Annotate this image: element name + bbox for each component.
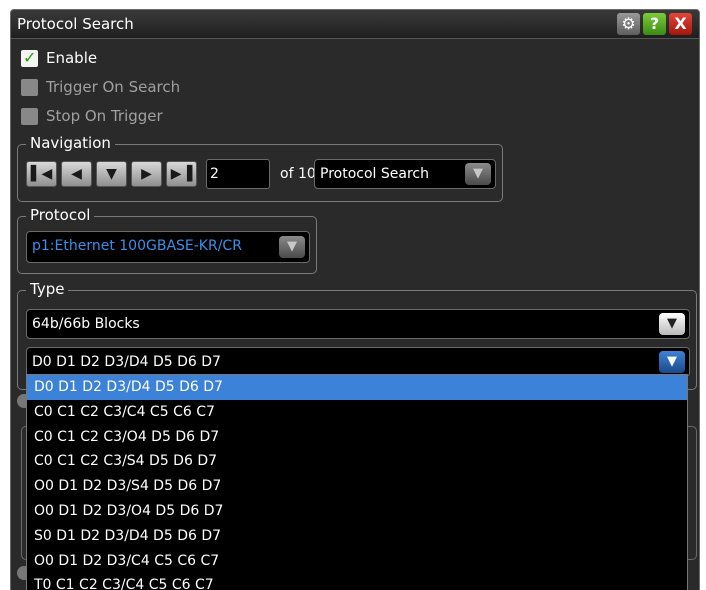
navigation-group: Navigation ▌◀ ◀ ▼ ▶ ▶▐ 2 of 10 Protocol … <box>17 134 503 202</box>
title-bar[interactable]: Protocol Search ⚙ ? X <box>11 10 699 39</box>
block-pattern-dropdown-list[interactable]: D0 D1 D2 D3/D4 D5 D6 D7 C0 C1 C2 C3/C4 C… <box>26 374 688 590</box>
protocol-legend: Protocol <box>26 206 95 224</box>
settings-gear-icon[interactable]: ⚙ <box>617 13 640 35</box>
block-pattern-value: D0 D1 D2 D3/D4 D5 D6 D7 <box>32 354 221 370</box>
next-icon[interactable]: ▶ <box>131 161 162 187</box>
dropdown-option[interactable]: S0 D1 D2 D3/D4 D5 D6 D7 <box>27 524 687 549</box>
last-icon[interactable]: ▶▐ <box>166 161 197 187</box>
help-button[interactable]: ? <box>643 13 666 35</box>
trigger-on-search-checkbox: Trigger On Search <box>21 77 180 97</box>
checkbox-checked-icon[interactable] <box>21 48 38 67</box>
navigation-legend: Navigation <box>26 134 115 152</box>
down-icon[interactable]: ▼ <box>96 161 127 187</box>
dropdown-option[interactable]: T0 C1 C2 C3/C4 C5 C6 C7 <box>27 573 687 590</box>
dropdown-option[interactable]: O0 D1 D2 D3/S4 D5 D6 D7 <box>27 474 687 499</box>
first-icon[interactable]: ▌◀ <box>26 161 57 187</box>
enable-label: Enable <box>46 49 98 67</box>
chevron-down-icon[interactable]: ▼ <box>279 236 305 258</box>
chevron-down-icon[interactable]: ▼ <box>659 351 685 373</box>
dropdown-option[interactable]: O0 D1 D2 D3/O4 D5 D6 D7 <box>27 499 687 524</box>
type-value: 64b/66b Blocks <box>32 316 140 332</box>
block-pattern-select[interactable]: D0 D1 D2 D3/D4 D5 D6 D7 ▼ <box>26 347 690 377</box>
type-legend: Type <box>26 280 69 298</box>
type-select[interactable]: 64b/66b Blocks ▼ <box>26 309 690 339</box>
checkbox-disabled-icon <box>21 107 38 125</box>
dropdown-option[interactable]: C0 C1 C2 C3/O4 D5 D6 D7 <box>27 425 687 450</box>
stop-on-trigger-label: Stop On Trigger <box>46 107 163 125</box>
chevron-down-icon[interactable]: ▼ <box>659 313 685 335</box>
dialog-title: Protocol Search <box>17 15 134 33</box>
checkbox-disabled-icon <box>21 78 38 96</box>
close-button[interactable]: X <box>669 13 692 35</box>
protocol-select[interactable]: p1:Ethernet 100GBASE-KR/CR ▼ <box>26 231 310 263</box>
chevron-down-icon[interactable]: ▼ <box>465 163 491 185</box>
navigation-mode-value: Protocol Search <box>320 166 429 182</box>
current-result-input[interactable]: 2 <box>206 159 270 189</box>
previous-icon[interactable]: ◀ <box>61 161 92 187</box>
enable-checkbox[interactable]: Enable <box>21 48 97 68</box>
dropdown-option[interactable]: C0 C1 C2 C3/C4 C5 C6 C7 <box>27 400 687 425</box>
protocol-group: Protocol p1:Ethernet 100GBASE-KR/CR ▼ <box>17 206 317 274</box>
navigation-mode-select[interactable]: Protocol Search ▼ <box>314 159 496 189</box>
trigger-on-search-label: Trigger On Search <box>46 78 181 96</box>
result-count: of 10 <box>280 166 316 182</box>
dropdown-option[interactable]: C0 C1 C2 C3/S4 D5 D6 D7 <box>27 449 687 474</box>
dropdown-option[interactable]: O0 D1 D2 D3/C4 C5 C6 C7 <box>27 549 687 574</box>
dropdown-option[interactable]: D0 D1 D2 D3/D4 D5 D6 D7 <box>27 375 687 400</box>
protocol-value: p1:Ethernet 100GBASE-KR/CR <box>32 238 242 254</box>
stop-on-trigger-checkbox: Stop On Trigger <box>21 106 163 126</box>
